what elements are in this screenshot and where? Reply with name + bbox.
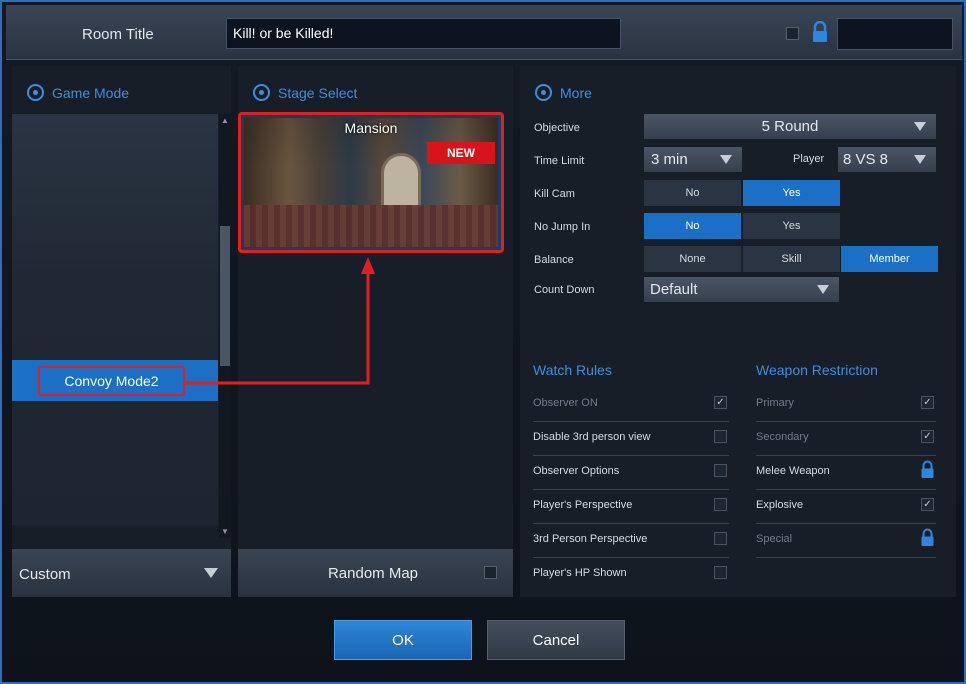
- player-select[interactable]: 8 VS 8: [838, 147, 936, 172]
- time-limit-label: Time Limit: [534, 155, 585, 167]
- game-mode-title: Game Mode: [27, 84, 129, 101]
- checkbox[interactable]: [714, 464, 727, 477]
- watch-rule-players-perspective[interactable]: Player's Perspective: [533, 490, 729, 524]
- room-title-input[interactable]: Kill! or be Killed!: [226, 18, 621, 49]
- time-limit-value: 3 min: [651, 151, 688, 168]
- checkbox[interactable]: [714, 532, 727, 545]
- checkbox-checked[interactable]: ✓: [714, 396, 727, 409]
- stage-name: Mansion: [344, 120, 398, 136]
- weapon-primary[interactable]: Primary ✓: [756, 388, 936, 422]
- watch-rule-label: Player's Perspective: [533, 499, 633, 511]
- password-input[interactable]: [837, 18, 953, 50]
- chevron-down-icon: [817, 285, 829, 294]
- more-title-text: More: [560, 84, 592, 101]
- game-mode-dropdown[interactable]: Custom: [12, 549, 231, 597]
- weapon-label: Special: [756, 533, 793, 545]
- target-icon: [535, 84, 552, 101]
- chevron-down-icon: [914, 155, 926, 164]
- stage-thumbnail-carpet: [244, 205, 498, 247]
- weapon-restriction-title: Weapon Restriction: [756, 362, 878, 378]
- new-badge: NEW: [427, 142, 495, 164]
- watch-rules-title: Watch Rules: [533, 362, 612, 378]
- kill-cam-label: Kill Cam: [534, 188, 575, 200]
- random-map-label: Random Map: [327, 565, 419, 582]
- weapon-special[interactable]: Special: [756, 524, 936, 558]
- balance-skill[interactable]: Skill: [743, 246, 840, 272]
- game-mode-selected-item[interactable]: Convoy Mode2: [38, 366, 185, 396]
- target-icon: [27, 84, 44, 101]
- objective-label: Objective: [534, 122, 580, 134]
- stage-select-title-text: Stage Select: [278, 84, 358, 101]
- weapon-label: Secondary: [756, 431, 809, 443]
- scrollbar-thumb[interactable]: [220, 226, 230, 366]
- watch-rule-observer-on[interactable]: Observer ON ✓: [533, 388, 729, 422]
- no-jump-in-label: No Jump In: [534, 221, 591, 233]
- kill-cam-yes[interactable]: Yes: [743, 180, 840, 206]
- checkbox[interactable]: [714, 498, 727, 511]
- watch-rule-label: 3rd Person Perspective: [533, 533, 648, 545]
- lock-icon: [921, 460, 934, 478]
- game-mode-list[interactable]: [12, 114, 218, 525]
- random-map-checkbox[interactable]: [484, 566, 497, 579]
- cancel-button[interactable]: Cancel: [487, 620, 625, 660]
- count-down-select[interactable]: Default: [644, 277, 839, 302]
- weapon-melee[interactable]: Melee Weapon: [756, 456, 936, 490]
- ok-button[interactable]: OK: [334, 620, 472, 660]
- watch-rule-label: Player's HP Shown: [533, 567, 627, 579]
- watch-rule-label: Observer Options: [533, 465, 620, 477]
- checkbox[interactable]: [714, 566, 727, 579]
- lock-icon: [921, 528, 934, 546]
- room-title-label: Room Title: [82, 26, 154, 43]
- weapon-label: Melee Weapon: [756, 465, 830, 477]
- checkbox-checked[interactable]: ✓: [921, 396, 934, 409]
- checkbox-checked[interactable]: ✓: [921, 430, 934, 443]
- scroll-down-icon[interactable]: ▼: [220, 527, 230, 536]
- more-title: More: [535, 84, 592, 101]
- watch-rule-disable-3rd-person[interactable]: Disable 3rd person view: [533, 422, 729, 456]
- password-checkbox[interactable]: [786, 27, 799, 40]
- watch-rule-label: Disable 3rd person view: [533, 431, 651, 443]
- random-map-bar[interactable]: Random Map: [238, 549, 513, 597]
- weapon-label: Explosive: [756, 499, 804, 511]
- scroll-up-icon[interactable]: ▲: [220, 116, 230, 125]
- weapon-label: Primary: [756, 397, 794, 409]
- balance-label: Balance: [534, 254, 574, 266]
- game-mode-title-text: Game Mode: [52, 84, 130, 101]
- game-mode-dropdown-value: Custom: [19, 566, 71, 583]
- balance-member[interactable]: Member: [841, 246, 938, 272]
- stage-card-mansion[interactable]: Mansion NEW: [238, 112, 504, 253]
- count-down-label: Count Down: [534, 284, 595, 296]
- header-bar: Room Title Kill! or be Killed!: [6, 5, 962, 60]
- objective-value: 5 Round: [761, 118, 819, 135]
- objective-select[interactable]: 5 Round: [644, 114, 936, 139]
- no-jump-in-no[interactable]: No: [644, 213, 741, 239]
- weapon-explosive[interactable]: Explosive ✓: [756, 490, 936, 524]
- weapon-secondary[interactable]: Secondary ✓: [756, 422, 936, 456]
- chevron-down-icon: [204, 568, 218, 578]
- stage-select-panel: Stage Select Mansion NEW Random Map: [238, 66, 513, 597]
- watch-rule-players-hp[interactable]: Player's HP Shown: [533, 558, 729, 592]
- game-mode-panel: Game Mode Convoy Mode2 ▲ ▼ Custom: [12, 66, 231, 597]
- stage-select-title: Stage Select: [253, 84, 357, 101]
- chevron-down-icon: [914, 122, 926, 131]
- balance-none[interactable]: None: [644, 246, 741, 272]
- player-value: 8 VS 8: [843, 151, 889, 168]
- no-jump-in-yes[interactable]: Yes: [743, 213, 840, 239]
- stage-thumbnail-doorway: [381, 153, 421, 208]
- chevron-down-icon: [720, 155, 732, 164]
- time-limit-select[interactable]: 3 min: [644, 147, 742, 172]
- target-icon: [253, 84, 270, 101]
- checkbox-checked[interactable]: ✓: [921, 498, 934, 511]
- watch-rule-3rd-person-perspective[interactable]: 3rd Person Perspective: [533, 524, 729, 558]
- room-settings-dialog: Room Title Kill! or be Killed! Game Mode…: [0, 0, 966, 684]
- player-label: Player: [793, 153, 825, 165]
- checkbox[interactable]: [714, 430, 727, 443]
- watch-rule-observer-options[interactable]: Observer Options: [533, 456, 729, 490]
- count-down-value: Default: [650, 281, 698, 298]
- watch-rule-label: Observer ON: [533, 397, 598, 409]
- more-panel: More Objective 5 Round Time Limit 3 min …: [520, 66, 956, 597]
- kill-cam-no[interactable]: No: [644, 180, 741, 206]
- lock-icon: [813, 21, 827, 42]
